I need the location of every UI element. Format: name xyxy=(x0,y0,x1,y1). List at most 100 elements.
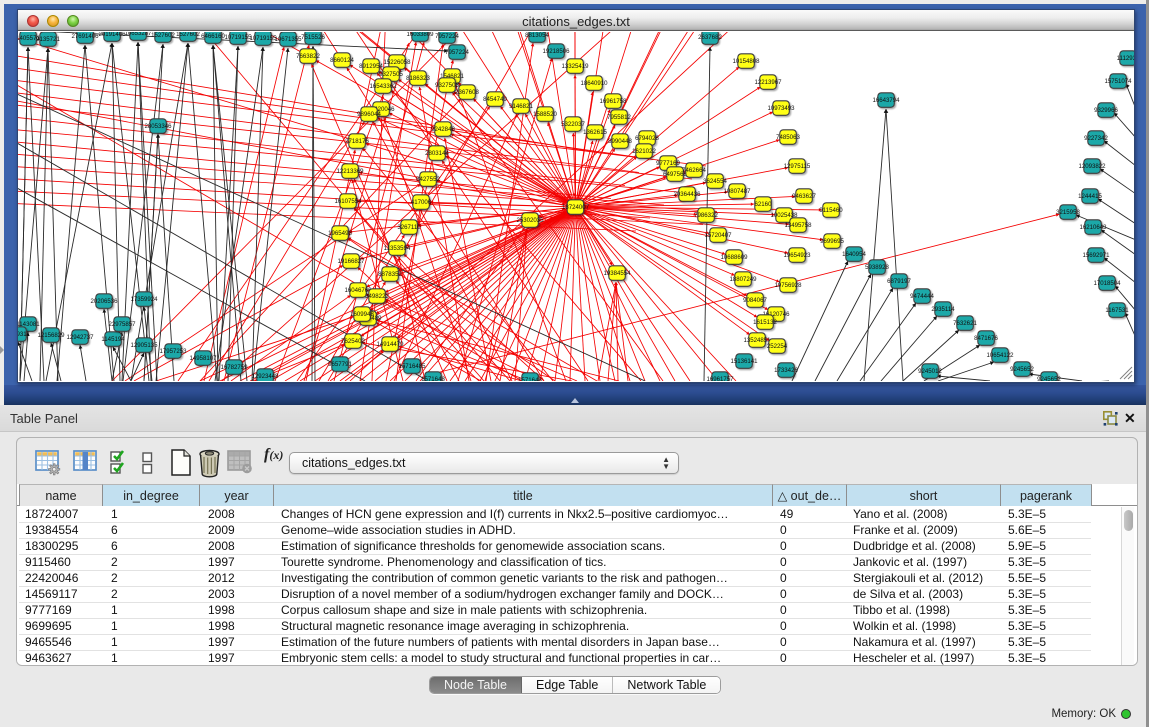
svg-text:1362615: 1362615 xyxy=(583,129,607,136)
svg-text:1527602: 1527602 xyxy=(151,32,175,39)
svg-text:1571648: 1571648 xyxy=(421,376,445,381)
svg-text:13495758: 13495758 xyxy=(784,222,812,229)
svg-text:3215958: 3215958 xyxy=(1056,209,1080,216)
svg-text:10671355: 10671355 xyxy=(274,36,302,43)
svg-text:16961758: 16961758 xyxy=(599,98,627,105)
svg-text:22975857: 22975857 xyxy=(108,321,136,328)
svg-text:10719155: 10719155 xyxy=(224,34,252,41)
svg-text:15226058: 15226058 xyxy=(383,59,411,66)
svg-text:9327505: 9327505 xyxy=(379,71,403,78)
svg-text:10688609: 10688609 xyxy=(720,254,748,261)
svg-text:5938928: 5938928 xyxy=(865,264,889,271)
svg-text:8660124: 8660124 xyxy=(330,57,354,64)
svg-text:1621022: 1621022 xyxy=(632,148,656,155)
svg-text:1609948: 1609948 xyxy=(350,311,374,318)
svg-text:7955812: 7955812 xyxy=(607,114,631,121)
svg-text:9896044: 9896044 xyxy=(357,111,381,118)
svg-text:9245652: 9245652 xyxy=(1010,366,1034,373)
svg-text:1112931: 1112931 xyxy=(1117,55,1134,62)
svg-text:15751074: 15751074 xyxy=(1104,78,1132,85)
svg-text:14958107: 14958107 xyxy=(189,355,217,362)
svg-text:6879197: 6879197 xyxy=(887,278,911,285)
svg-text:9084067: 9084067 xyxy=(743,297,767,304)
svg-text:17957253: 17957253 xyxy=(159,348,187,355)
svg-text:9242848: 9242848 xyxy=(431,126,455,133)
svg-text:9227342: 9227342 xyxy=(1084,135,1108,142)
svg-text:9245652: 9245652 xyxy=(1037,376,1061,381)
svg-text:7632621: 7632621 xyxy=(953,320,977,327)
svg-text:25302035: 25302035 xyxy=(516,217,544,224)
svg-text:12093822: 12093822 xyxy=(1078,163,1106,170)
svg-text:9115460: 9115460 xyxy=(819,207,843,214)
svg-text:7957224: 7957224 xyxy=(445,49,469,56)
svg-text:12156829: 12156829 xyxy=(37,332,65,339)
svg-text:9329966: 9329966 xyxy=(1094,107,1118,114)
svg-text:12213369: 12213369 xyxy=(336,168,364,175)
svg-text:19166827: 19166827 xyxy=(337,258,365,265)
svg-text:3267110: 3267110 xyxy=(397,224,421,231)
svg-text:9657791: 9657791 xyxy=(328,361,352,368)
svg-text:12905135: 12905135 xyxy=(130,342,158,349)
svg-text:2935114: 2935114 xyxy=(931,306,955,313)
svg-text:20191406: 20191406 xyxy=(98,32,126,38)
svg-text:18640910: 18640910 xyxy=(580,80,608,87)
svg-text:27691406: 27691406 xyxy=(71,33,99,40)
svg-text:16033809: 16033809 xyxy=(406,32,434,38)
svg-text:2637682: 2637682 xyxy=(698,34,722,41)
svg-text:11353594: 11353594 xyxy=(384,245,411,252)
svg-text:2718176: 2718176 xyxy=(345,138,369,145)
svg-text:7462664: 7462664 xyxy=(682,167,706,174)
svg-text:6794028: 6794028 xyxy=(635,135,659,142)
svg-text:10154808: 10154808 xyxy=(732,58,760,65)
svg-text:9327508: 9327508 xyxy=(435,82,459,89)
svg-text:20364436: 20364436 xyxy=(673,191,701,198)
svg-text:417006: 417006 xyxy=(411,199,432,206)
svg-text:3919311: 3919311 xyxy=(18,331,30,338)
svg-text:16210643: 16210643 xyxy=(1079,224,1107,231)
svg-text:1571648: 1571648 xyxy=(518,377,542,381)
svg-text:9146821: 9146821 xyxy=(509,103,533,110)
svg-text:8454749: 8454749 xyxy=(483,96,507,103)
svg-text:13325419: 13325419 xyxy=(561,63,589,70)
svg-text:20206536: 20206536 xyxy=(90,298,118,305)
svg-text:2367608: 2367608 xyxy=(455,89,479,96)
svg-text:2803144: 2803144 xyxy=(425,150,449,157)
svg-text:14914479: 14914479 xyxy=(376,341,404,348)
svg-text:10973493: 10973493 xyxy=(767,105,795,112)
svg-text:12923448: 12923448 xyxy=(251,373,279,380)
svg-text:1244415: 1244415 xyxy=(1078,193,1102,200)
svg-text:8912954: 8912954 xyxy=(359,63,383,70)
svg-text:16782759: 16782759 xyxy=(220,364,248,371)
svg-text:10654122: 10654122 xyxy=(986,352,1014,359)
svg-text:3498222: 3498222 xyxy=(365,293,389,300)
svg-text:1588520: 1588520 xyxy=(533,111,557,118)
svg-text:15716485: 15716485 xyxy=(398,363,426,370)
svg-text:16961757: 16961757 xyxy=(706,376,734,381)
svg-text:1167531: 1167531 xyxy=(1105,307,1129,314)
svg-text:9777169: 9777169 xyxy=(656,160,680,167)
svg-text:252254: 252254 xyxy=(767,343,788,350)
svg-text:1733426: 1733426 xyxy=(774,367,798,374)
svg-text:15720407: 15720407 xyxy=(704,232,732,239)
svg-text:17018504: 17018504 xyxy=(1093,280,1121,287)
svg-text:7957224: 7957224 xyxy=(435,33,459,40)
svg-text:19756928: 19756928 xyxy=(774,282,802,289)
svg-text:18807249: 18807249 xyxy=(729,276,757,283)
svg-text:1615132: 1615132 xyxy=(753,319,777,326)
svg-text:12942737: 12942737 xyxy=(66,334,94,341)
svg-text:10719155: 10719155 xyxy=(249,35,277,42)
svg-text:7485063: 7485063 xyxy=(776,134,800,141)
svg-text:19384554: 19384554 xyxy=(603,270,631,277)
svg-text:9463627: 9463627 xyxy=(792,193,816,200)
svg-text:7625402: 7625402 xyxy=(341,338,365,345)
svg-text:16107554: 16107554 xyxy=(334,198,362,205)
svg-text:17359924: 17359924 xyxy=(130,296,158,303)
svg-text:28053346: 28053346 xyxy=(144,123,172,130)
svg-text:62160: 62160 xyxy=(755,201,773,208)
svg-text:8878352: 8878352 xyxy=(378,271,402,278)
svg-text:5322037: 5322037 xyxy=(561,121,585,128)
svg-text:1527602: 1527602 xyxy=(176,32,200,38)
svg-text:7986322: 7986322 xyxy=(694,212,718,219)
svg-text:9699695: 9699695 xyxy=(820,238,844,245)
svg-text:16643794: 16643794 xyxy=(872,97,900,104)
